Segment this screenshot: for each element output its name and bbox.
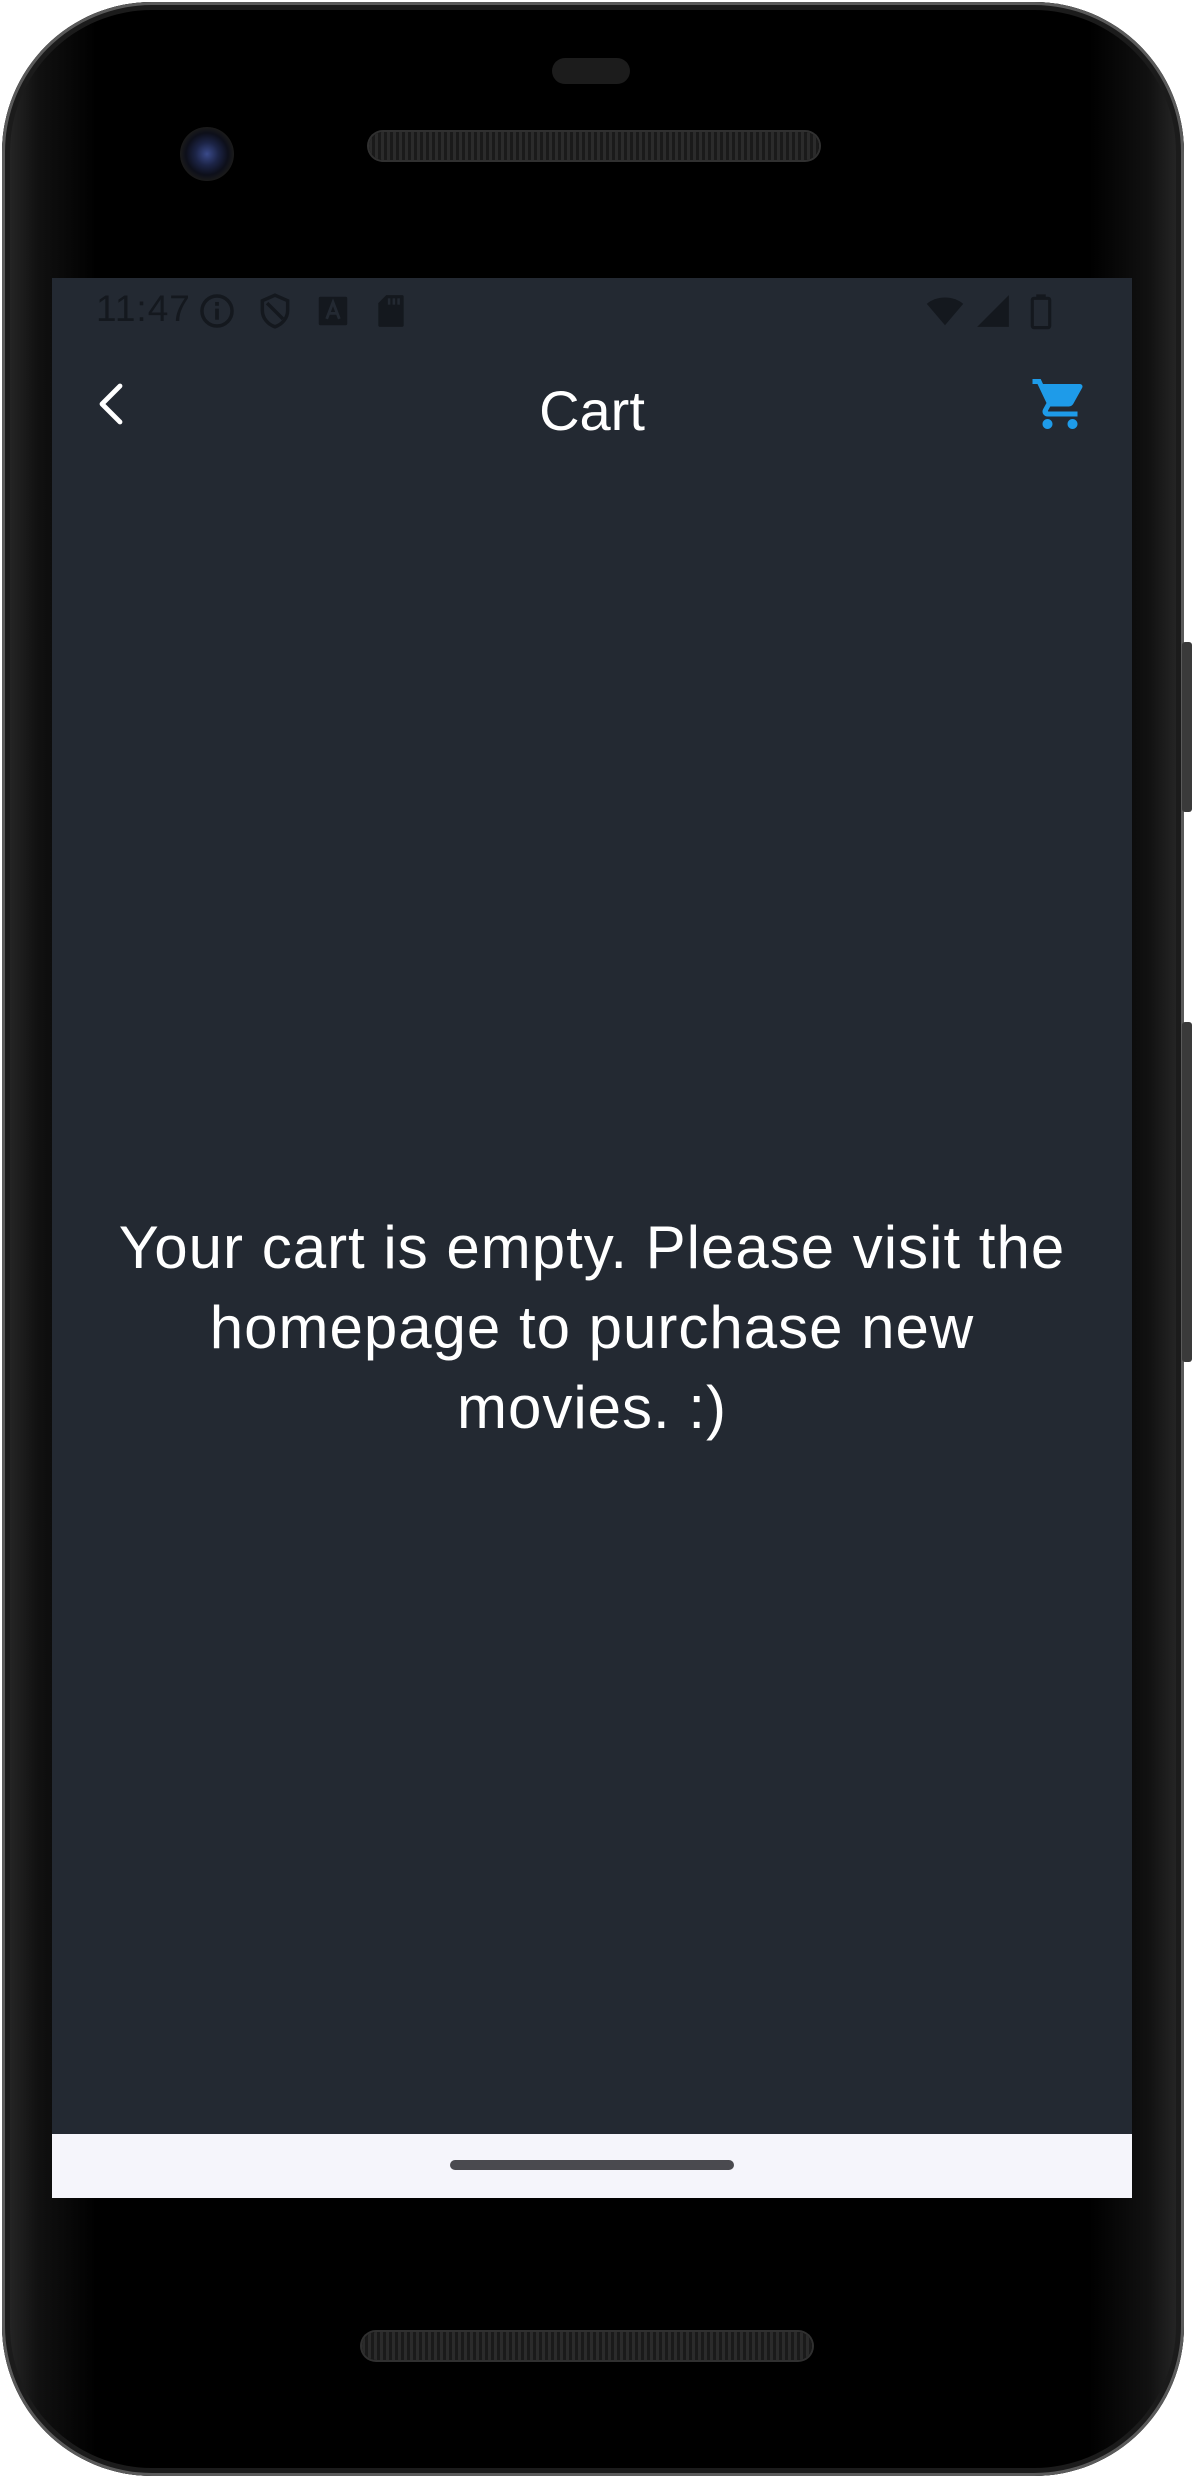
top-speaker-grille xyxy=(369,132,819,160)
empty-cart-message: Your cart is empty. Please visit the hom… xyxy=(118,1214,1066,1441)
page-title: Cart xyxy=(539,379,645,442)
battery-icon xyxy=(1030,294,1052,330)
shopping-cart-icon xyxy=(1032,379,1083,429)
power-button xyxy=(1182,642,1192,812)
earpiece xyxy=(552,58,630,84)
status-notification-icons xyxy=(198,292,410,330)
home-gesture-handle[interactable] xyxy=(450,2160,734,2170)
app-bar: Cart xyxy=(52,342,1132,466)
status-bar: 11:47 xyxy=(52,278,1132,342)
volume-button xyxy=(1182,1022,1192,1362)
cart-button[interactable] xyxy=(1028,372,1092,436)
front-camera xyxy=(180,127,234,181)
shield-icon xyxy=(260,293,290,329)
status-system-icons xyxy=(926,292,1060,330)
bottom-speaker-grille xyxy=(362,2332,812,2360)
sd-card-icon xyxy=(378,295,404,327)
wifi-icon xyxy=(926,297,964,326)
status-time: 11:47 xyxy=(96,288,191,329)
a-icon xyxy=(318,296,348,326)
signal-icon xyxy=(977,295,1009,327)
navigation-bar xyxy=(52,2134,1132,2198)
app-screen: 11:47 Cart Your cart is empty. Please vi… xyxy=(52,278,1132,2198)
info-icon xyxy=(200,294,234,328)
